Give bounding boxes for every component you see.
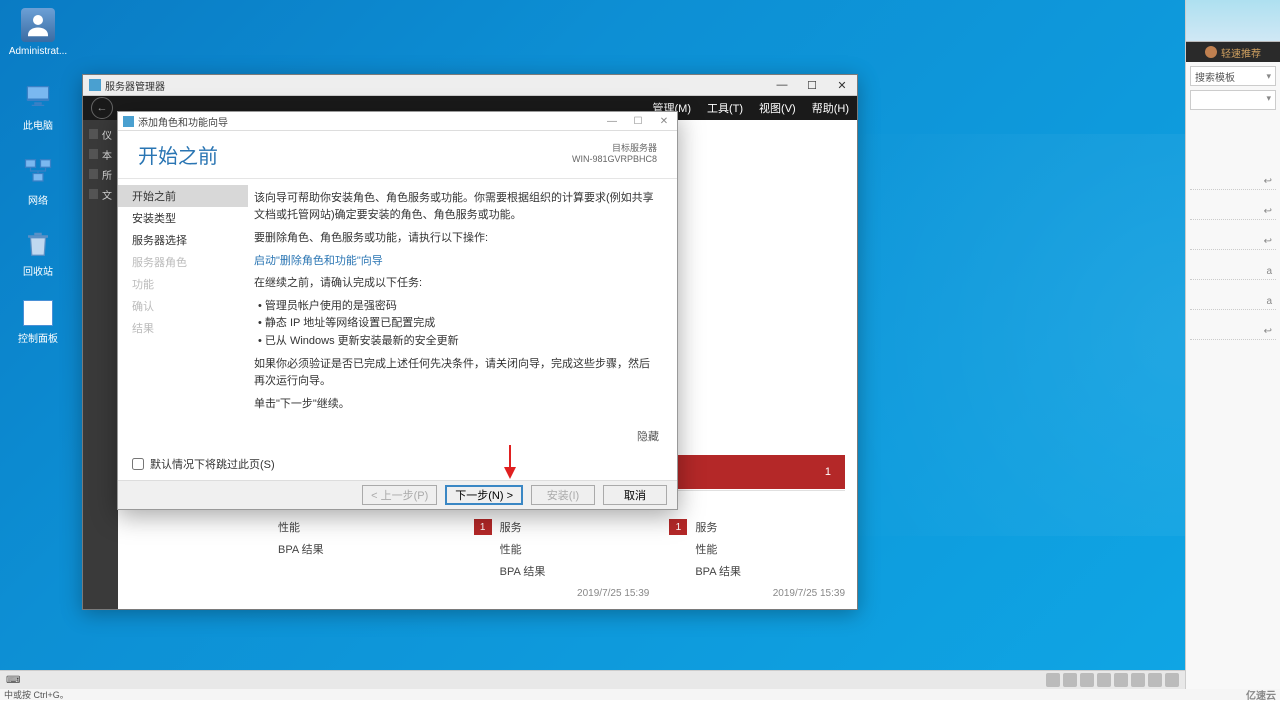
hide-link[interactable]: 隐藏	[637, 431, 659, 443]
tile[interactable]: 性能 BPA 结果	[278, 516, 454, 599]
tray-icon[interactable]	[1131, 673, 1145, 687]
tile[interactable]: 1服务 性能 BPA 结果 2019/7/25 15:39	[669, 516, 845, 599]
wizard-footer: < 上一步(P) 下一步(N) > 安装(I) 取消	[118, 480, 677, 509]
chevron-down-icon: ▾	[1266, 71, 1271, 82]
wizard-header: 开始之前 目标服务器 WIN-981GVRPBHC8	[118, 131, 677, 179]
close-button[interactable]: ✕	[651, 112, 677, 131]
list-item[interactable]: ↩	[1190, 234, 1276, 250]
tray-icon[interactable]	[1114, 673, 1128, 687]
control-panel-icon	[23, 300, 53, 326]
maximize-button[interactable]: ☐	[797, 75, 827, 96]
tray-icon[interactable]	[1165, 673, 1179, 687]
tray-icon[interactable]	[1148, 673, 1162, 687]
pc-icon	[21, 79, 55, 113]
minimize-button[interactable]: ―	[599, 112, 625, 131]
list-item[interactable]: ↩	[1190, 174, 1276, 190]
skip-page-label: 默认情况下将跳过此页(S)	[150, 456, 275, 472]
icon-label: 网络	[28, 192, 48, 207]
list-item[interactable]: ↩	[1190, 204, 1276, 220]
desktop-icon-control-panel[interactable]: 控制面板	[8, 300, 68, 345]
nav-features: 功能	[118, 273, 248, 295]
tray-icon[interactable]	[1046, 673, 1060, 687]
status-bar: 中或按 Ctrl+G。 亿速云	[0, 689, 1280, 700]
cancel-button[interactable]: 取消	[603, 485, 667, 505]
tile[interactable]: 1服务 性能 BPA 结果 2019/7/25 15:39	[474, 516, 650, 599]
nav-server-roles: 服务器角色	[118, 251, 248, 273]
user-icon	[21, 8, 55, 42]
tray-icon[interactable]	[1063, 673, 1077, 687]
desktop-icon-administrator[interactable]: Administrat...	[8, 8, 68, 57]
add-roles-wizard-dialog: 添加角色和功能向导 ― ☐ ✕ 开始之前 目标服务器 WIN-981GVRPBH…	[117, 111, 678, 510]
icon-label: Administrat...	[9, 46, 67, 57]
panel-header-image	[1186, 0, 1280, 42]
sidebar-item[interactable]: 仪	[83, 124, 118, 144]
menu-help[interactable]: 帮助(H)	[812, 100, 849, 116]
desktop-icon-this-pc[interactable]: 此电脑	[8, 79, 68, 132]
sidebar-item[interactable]: 所	[83, 164, 118, 184]
minimize-button[interactable]: ―	[767, 75, 797, 96]
sidebar: 仪 本 所 文	[83, 120, 118, 609]
sidebar-item[interactable]: 文	[83, 184, 118, 204]
status-hint: 中或按 Ctrl+G。	[4, 688, 69, 701]
dropdown[interactable]: ▾	[1190, 90, 1276, 110]
skip-page-checkbox[interactable]	[132, 458, 144, 470]
nav-confirm: 确认	[118, 295, 248, 317]
list-item[interactable]: a	[1190, 294, 1276, 310]
window-title: 添加角色和功能向导	[138, 114, 228, 129]
nav-install-type[interactable]: 安装类型	[118, 207, 248, 229]
avatar-bar[interactable]: 轻速推荐	[1186, 42, 1280, 62]
back-button[interactable]: ←	[91, 97, 113, 119]
icon-label: 控制面板	[18, 330, 58, 345]
app-icon	[123, 116, 134, 127]
maximize-button[interactable]: ☐	[625, 112, 651, 131]
search-templates[interactable]: 搜索模板▾	[1190, 66, 1276, 86]
titlebar[interactable]: 添加角色和功能向导 ― ☐ ✕	[118, 112, 677, 131]
page-title: 开始之前	[138, 140, 218, 169]
taskbar[interactable]: ⌨	[0, 670, 1185, 689]
sidebar-item[interactable]: 本	[83, 144, 118, 164]
remove-roles-link[interactable]: 启动"删除角色和功能"向导	[254, 255, 383, 267]
next-button[interactable]: 下一步(N) >	[445, 485, 523, 505]
template-list: ↩ ↩ ↩ a a ↩	[1186, 170, 1280, 344]
keyboard-icon[interactable]: ⌨	[6, 675, 20, 686]
menu-view[interactable]: 视图(V)	[759, 100, 796, 116]
target-server-label: 目标服务器 WIN-981GVRPBHC8	[572, 143, 657, 166]
wizard-content: 该向导可帮助你安装角色、角色服务或功能。你需要根据组织的计算要求(例如共享文档或…	[248, 179, 677, 425]
window-title: 服务器管理器	[105, 78, 165, 93]
app-icon	[89, 79, 101, 91]
menu-tools[interactable]: 工具(T)	[707, 100, 743, 116]
prev-button: < 上一步(P)	[362, 485, 437, 505]
install-button: 安装(I)	[531, 485, 595, 505]
list-item[interactable]: a	[1190, 264, 1276, 280]
tray-icon[interactable]	[1097, 673, 1111, 687]
desktop-icon-network[interactable]: 网络	[8, 154, 68, 207]
nav-before-you-begin[interactable]: 开始之前	[118, 185, 248, 207]
nav-server-selection[interactable]: 服务器选择	[118, 229, 248, 251]
right-side-panel: 轻速推荐 搜索模板▾ ▾ ↩ ↩ ↩ a a ↩	[1185, 0, 1280, 689]
titlebar[interactable]: 服务器管理器 ― ☐ ✕	[83, 75, 857, 96]
close-button[interactable]: ✕	[827, 75, 857, 96]
desktop-icon-recycle-bin[interactable]: 回收站	[8, 229, 68, 278]
icon-label: 此电脑	[23, 117, 53, 132]
wizard-nav: 开始之前 安装类型 服务器选择 服务器角色 功能 确认 结果	[118, 179, 248, 425]
icon-label: 回收站	[23, 263, 53, 278]
recycle-bin-icon	[23, 229, 53, 259]
nav-results: 结果	[118, 317, 248, 339]
network-icon	[21, 154, 55, 188]
tray-icon[interactable]	[1080, 673, 1094, 687]
tiles: 性能 BPA 结果 1服务 性能 BPA 结果 2019/7/25 15:39 …	[278, 516, 845, 599]
list-item[interactable]: ↩	[1190, 324, 1276, 340]
